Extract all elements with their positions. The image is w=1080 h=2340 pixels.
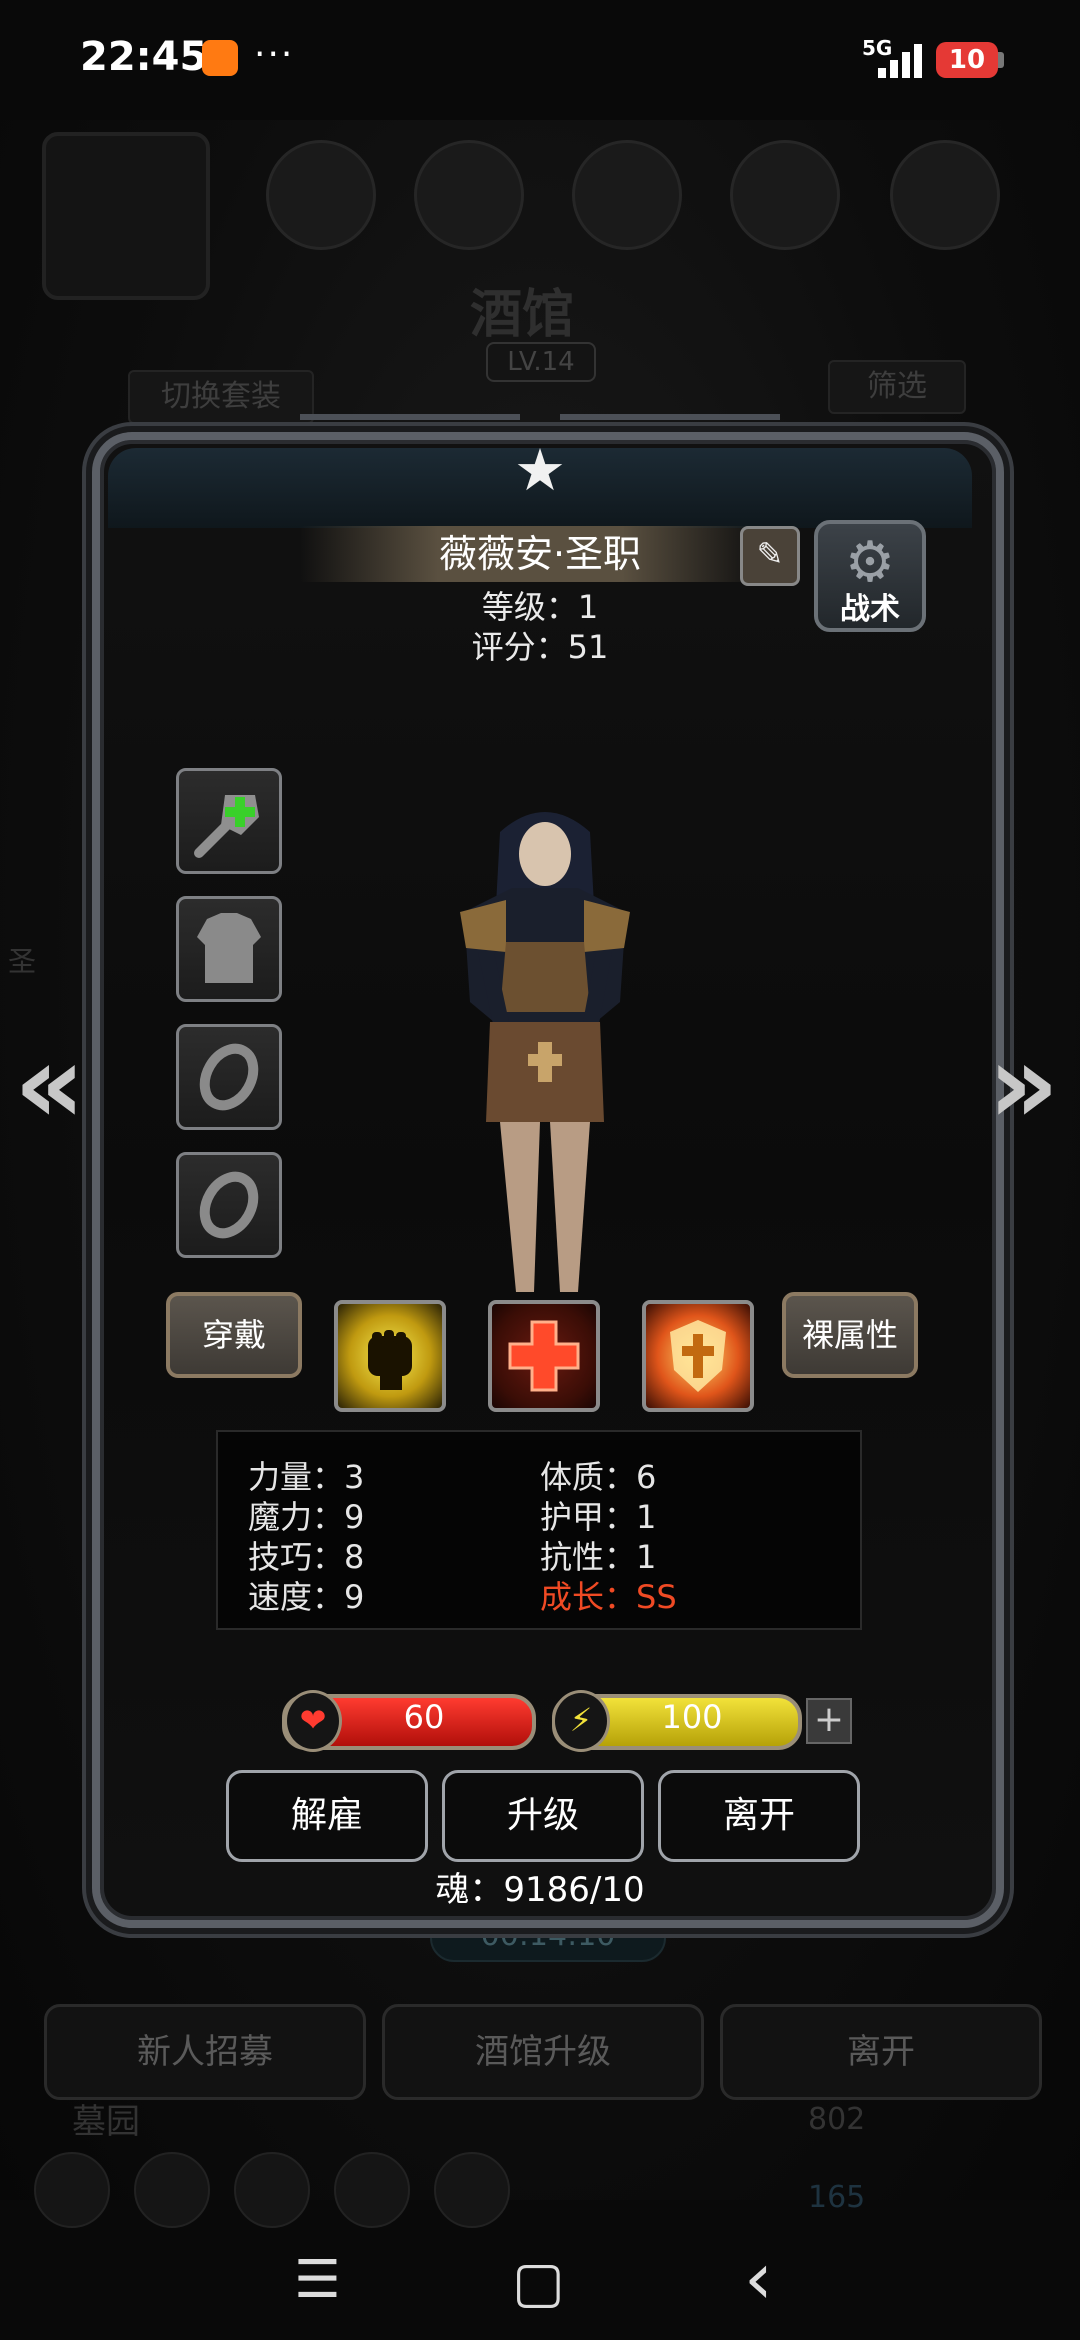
tavern-leave-button: 离开 <box>720 2004 1042 2100</box>
bottom-menu-icon <box>134 2152 210 2228</box>
status-bar: 22:45 ··· 5G 10 <box>0 0 1080 120</box>
tavern-title: 酒馆 <box>470 284 575 345</box>
new-recruit-button: 新人招募 <box>44 2004 366 2100</box>
add-energy-button[interactable]: + <box>806 1698 852 1744</box>
previous-hero-arrow-icon[interactable]: « <box>14 1020 85 1148</box>
star-icon: ★ <box>514 436 566 504</box>
armor-silhouette-icon <box>197 913 261 983</box>
app-notification-icon <box>202 40 238 76</box>
ring-icon <box>199 1043 259 1111</box>
heart-icon: ❤ <box>284 1690 342 1752</box>
tactics-label: 战术 <box>840 592 900 627</box>
bottom-menu-icon <box>434 2152 510 2228</box>
stat-growth: 成长：SS <box>540 1578 677 1616</box>
menu-orb-icon <box>414 140 524 250</box>
menu-orb-icon <box>572 140 682 250</box>
edit-name-button[interactable]: ✎ <box>740 526 800 586</box>
weapon-slot[interactable] <box>176 768 282 874</box>
fist-skill-button[interactable] <box>334 1300 446 1412</box>
hero-character-portrait <box>460 812 630 1292</box>
lightning-icon: ⚡ <box>552 1690 610 1752</box>
stat-speed: 速度：9 <box>248 1578 365 1616</box>
hero-name: 薇薇安·圣职 <box>438 532 642 576</box>
naked-stats-button[interactable]: 裸属性 <box>782 1292 918 1378</box>
heal-skill-button[interactable] <box>488 1300 600 1412</box>
wear-button[interactable]: 穿戴 <box>166 1292 302 1378</box>
leave-button[interactable]: 离开 <box>658 1770 860 1862</box>
tactics-button[interactable]: ⚙ 战术 <box>814 520 926 632</box>
ring-icon <box>199 1171 259 1239</box>
ring-slot-1[interactable] <box>176 1024 282 1130</box>
player-portrait <box>42 132 210 300</box>
soul-counter: 魂：9186/10 <box>435 1870 645 1910</box>
holy-shield-skill-icon <box>670 1320 726 1392</box>
battery-tip <box>998 52 1004 68</box>
holy-skill-button[interactable] <box>642 1300 754 1412</box>
home-button[interactable]: ▢ <box>512 2250 565 2315</box>
dismiss-button[interactable]: 解雇 <box>226 1770 428 1862</box>
tavern-level: LV.14 <box>486 342 596 382</box>
armor-slot[interactable] <box>176 896 282 1002</box>
ring-slot-2[interactable] <box>176 1152 282 1258</box>
frame-ornament <box>300 414 520 456</box>
graveyard-label: 墓园 <box>72 2102 140 2142</box>
menu-orb-icon <box>266 140 376 250</box>
add-weapon-icon <box>194 795 259 858</box>
signal-strength-icon <box>878 44 922 78</box>
pencil-icon: ✎ <box>756 535 784 573</box>
bottom-menu-icon <box>234 2152 310 2228</box>
bottom-menu-icon <box>334 2152 410 2228</box>
hero-score: 评分：51 <box>471 628 609 666</box>
back-button[interactable]: ‹ <box>744 2236 773 2320</box>
status-time: 22:45 <box>80 34 208 80</box>
tavern-upgrade-button: 酒馆升级 <box>382 2004 704 2100</box>
gem-amount: 165 <box>808 2180 866 2215</box>
cross-heal-skill-icon <box>508 1320 580 1392</box>
gold-amount: 802 <box>808 2102 866 2137</box>
filter-button: 筛选 <box>828 360 966 414</box>
upgrade-button[interactable]: 升级 <box>442 1770 644 1862</box>
bottom-menu-icon <box>34 2152 110 2228</box>
switch-outfit-button: 切换套装 <box>128 370 314 424</box>
more-notifications-icon: ··· <box>254 34 295 75</box>
next-hero-arrow-icon[interactable]: » <box>988 1020 1059 1148</box>
recent-apps-button[interactable]: ☰ <box>294 2250 341 2310</box>
side-glyph: 圣 <box>8 945 37 978</box>
battery-indicator: 10 <box>936 42 998 78</box>
energy-value: 100 <box>661 1698 723 1736</box>
frame-ornament <box>560 414 780 456</box>
fist-skill-icon <box>368 1330 412 1390</box>
menu-orb-icon <box>730 140 840 250</box>
hp-value: 60 <box>403 1698 445 1736</box>
menu-orb-icon <box>890 140 1000 250</box>
